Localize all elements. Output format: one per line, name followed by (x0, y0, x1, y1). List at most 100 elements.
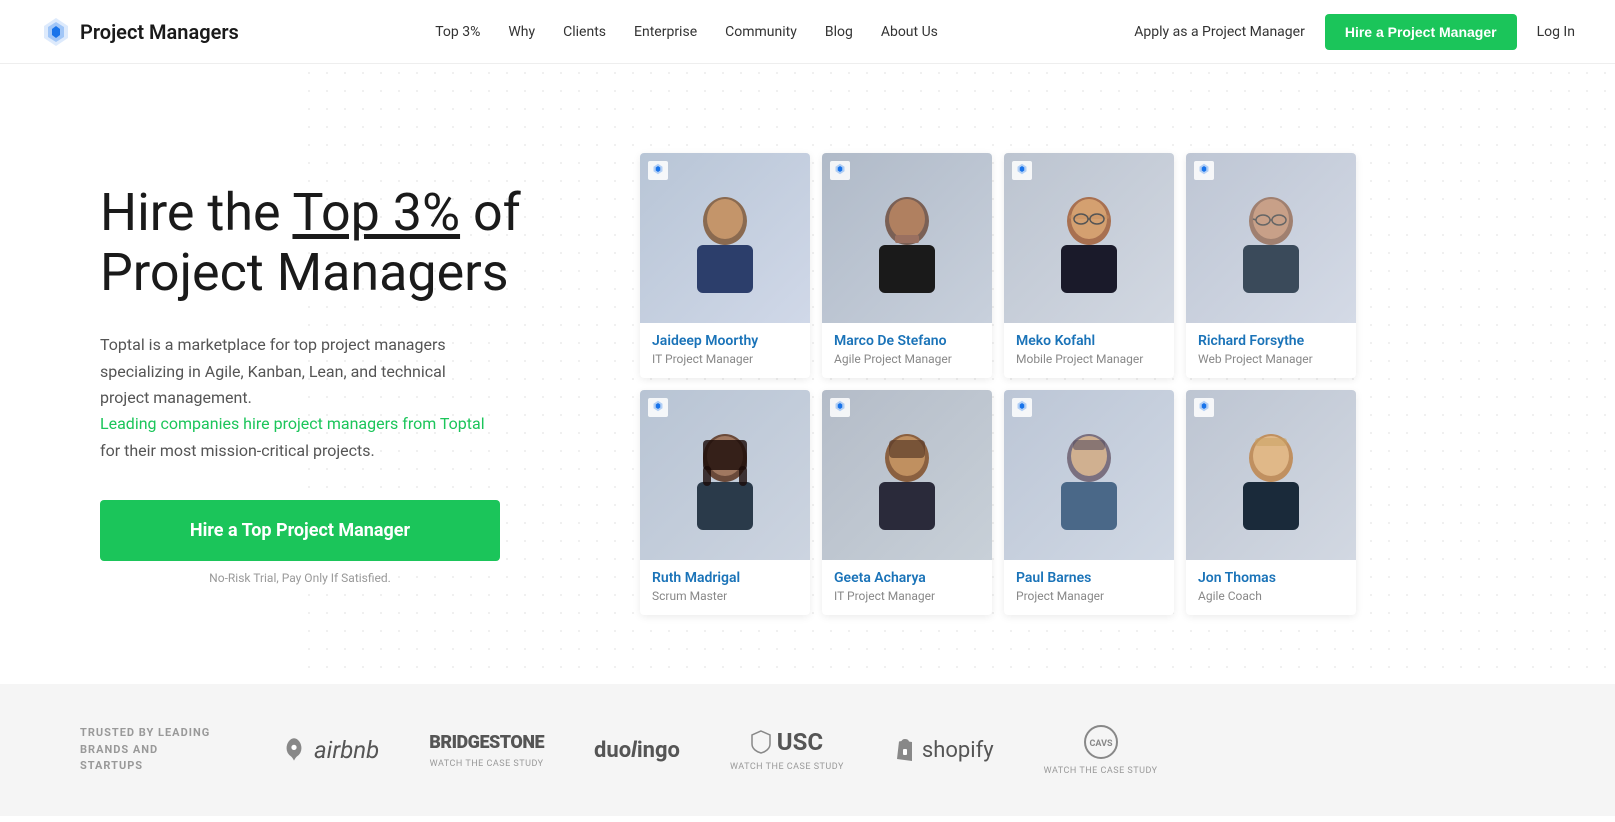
logo-icon (40, 16, 72, 48)
hero-title: Hire the Top 3% of Project Managers (100, 183, 600, 303)
pm-name-2: Meko Kofahl (1016, 333, 1162, 349)
pm-avatar-3 (1231, 183, 1311, 293)
nav-blog[interactable]: Blog (825, 24, 853, 40)
pm-avatar-0 (685, 183, 765, 293)
nav-right: Apply as a Project Manager Hire a Projec… (1134, 14, 1575, 50)
pm-badge-0 (648, 161, 668, 180)
pm-role-2: Mobile Project Manager (1016, 352, 1162, 366)
pm-role-1: Agile Project Manager (834, 352, 980, 366)
trusted-label: TRUSTED BY LEADING BRANDS AND STARTUPS (80, 725, 220, 775)
pm-card-5: Geeta Acharya IT Project Manager (822, 390, 992, 615)
duolingo-text: duolingo (594, 738, 680, 763)
pm-badge-7 (1194, 398, 1214, 417)
airbnb-icon (280, 736, 308, 764)
pm-avatar-4 (685, 420, 765, 530)
pm-name-7: Jon Thomas (1198, 570, 1344, 586)
navbar: Project Managers Top 3% Why Clients Ente… (0, 0, 1615, 64)
pm-info-3: Richard Forsythe Web Project Manager (1186, 323, 1356, 378)
badge-icon-0 (652, 163, 664, 175)
badge-icon-1 (834, 163, 846, 175)
pm-avatar-7 (1231, 420, 1311, 530)
hero-description: Toptal is a marketplace for top project … (100, 332, 520, 464)
airbnb-text: airbnb (314, 736, 379, 764)
pm-badge-2 (1012, 161, 1032, 180)
usc-text: USC (777, 728, 823, 756)
nav-top3[interactable]: Top 3% (435, 24, 480, 40)
shopify-text: shopify (922, 738, 994, 763)
nav-why[interactable]: Why (508, 24, 535, 40)
nav-login-link[interactable]: Log In (1537, 24, 1575, 40)
nav-hire-button[interactable]: Hire a Project Manager (1325, 14, 1517, 50)
pm-card-2: Meko Kofahl Mobile Project Manager (1004, 153, 1174, 378)
pm-avatar-5 (867, 420, 947, 530)
trusted-section: TRUSTED BY LEADING BRANDS AND STARTUPS a… (0, 684, 1615, 816)
pm-name-6: Paul Barnes (1016, 570, 1162, 586)
hero-cta-subtitle: No-Risk Trial, Pay Only If Satisfied. (100, 571, 500, 585)
pm-card-4: Ruth Madrigal Scrum Master (640, 390, 810, 615)
pm-info-2: Meko Kofahl Mobile Project Manager (1004, 323, 1174, 378)
pm-avatar-6 (1049, 420, 1129, 530)
pm-info-4: Ruth Madrigal Scrum Master (640, 560, 810, 615)
logo-text: Project Managers (80, 20, 239, 44)
pm-card-1: Marco De Stefano Agile Project Manager (822, 153, 992, 378)
pm-name-1: Marco De Stefano (834, 333, 980, 349)
badge-icon-2 (1016, 163, 1028, 175)
pm-info-7: Jon Thomas Agile Coach (1186, 560, 1356, 615)
pm-badge-3 (1194, 161, 1214, 180)
pm-role-3: Web Project Manager (1198, 352, 1344, 366)
nav-about[interactable]: About Us (881, 24, 938, 40)
trusted-logo-airbnb: airbnb (280, 736, 379, 764)
pm-badge-6 (1012, 398, 1032, 417)
trusted-logo-shopify: shopify (894, 737, 994, 763)
pm-name-3: Richard Forsythe (1198, 333, 1344, 349)
pm-role-7: Agile Coach (1198, 589, 1344, 603)
bridgestone-text: BRIDGESTONE (429, 732, 544, 753)
pm-badge-4 (648, 398, 668, 417)
hero-cta-button[interactable]: Hire a Top Project Manager (100, 500, 500, 561)
usc-shield-icon (751, 730, 771, 754)
pm-name-5: Geeta Acharya (834, 570, 980, 586)
hero-title-line1: Hire the Top 3% of (100, 182, 521, 243)
badge-icon-4 (652, 400, 664, 412)
hero-section: Hire the Top 3% of Project Managers Topt… (0, 64, 1615, 684)
nav-enterprise[interactable]: Enterprise (634, 24, 697, 40)
pm-role-6: Project Manager (1016, 589, 1162, 603)
nav-community[interactable]: Community (725, 24, 797, 40)
trusted-logo-bridgestone: BRIDGESTONE WATCH THE CASE STUDY (429, 732, 544, 769)
pm-role-0: IT Project Manager (652, 352, 798, 366)
usc-sub: WATCH THE CASE STUDY (730, 762, 844, 772)
airbnb-logo-display: airbnb (280, 736, 379, 764)
hero-title-line2: Project Managers (100, 242, 509, 303)
pm-badge-1 (830, 161, 850, 180)
shopify-icon (894, 737, 916, 763)
badge-icon-3 (1198, 163, 1210, 175)
pm-info-6: Paul Barnes Project Manager (1004, 560, 1174, 615)
badge-icon-7 (1198, 400, 1210, 412)
pm-role-5: IT Project Manager (834, 589, 980, 603)
pm-info-5: Geeta Acharya IT Project Manager (822, 560, 992, 615)
pm-card-6: Paul Barnes Project Manager (1004, 390, 1174, 615)
badge-icon-6 (1016, 400, 1028, 412)
pm-role-4: Scrum Master (652, 589, 798, 603)
pm-name-0: Jaideep Moorthy (652, 333, 798, 349)
pm-info-0: Jaideep Moorthy IT Project Manager (640, 323, 810, 378)
trusted-logos: airbnb BRIDGESTONE WATCH THE CASE STUDY … (280, 724, 1535, 776)
nav-links: Top 3% Why Clients Enterprise Community … (435, 24, 938, 40)
hero-content: Hire the Top 3% of Project Managers Topt… (100, 183, 600, 586)
svg-text:CAVS: CAVS (1089, 739, 1112, 749)
hero-link[interactable]: Leading companies hire project managers … (100, 414, 485, 433)
pm-card-7: Jon Thomas Agile Coach (1186, 390, 1356, 615)
pm-avatar-1 (867, 183, 947, 293)
pm-info-1: Marco De Stefano Agile Project Manager (822, 323, 992, 378)
pm-grid: Jaideep Moorthy IT Project Manager Marco… (600, 153, 1575, 615)
pm-badge-5 (830, 398, 850, 417)
nav-apply-link[interactable]: Apply as a Project Manager (1134, 24, 1305, 40)
nav-clients[interactable]: Clients (563, 24, 606, 40)
cavaliers-logo-icon: CAVS (1076, 724, 1126, 760)
logo-link[interactable]: Project Managers (40, 16, 239, 48)
pm-card-0: Jaideep Moorthy IT Project Manager (640, 153, 810, 378)
bridgestone-sub: WATCH THE CASE STUDY (430, 759, 544, 769)
cavaliers-sub: WATCH THE CASE STUDY (1044, 766, 1158, 776)
trusted-logo-duolingo: duolingo (594, 738, 680, 763)
trusted-logo-usc: USC WATCH THE CASE STUDY (730, 728, 844, 772)
